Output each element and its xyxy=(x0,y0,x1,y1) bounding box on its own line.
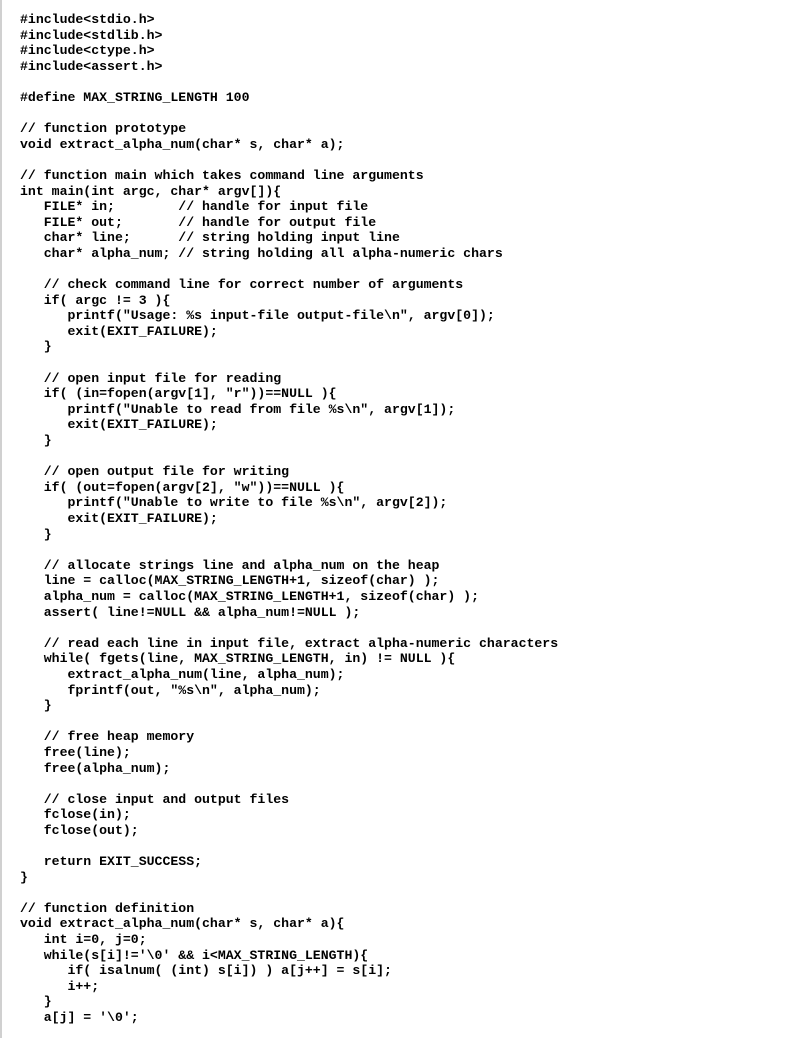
code-page: #include<stdio.h> #include<stdlib.h> #in… xyxy=(0,0,810,1038)
source-code-block: #include<stdio.h> #include<stdlib.h> #in… xyxy=(20,12,792,1026)
